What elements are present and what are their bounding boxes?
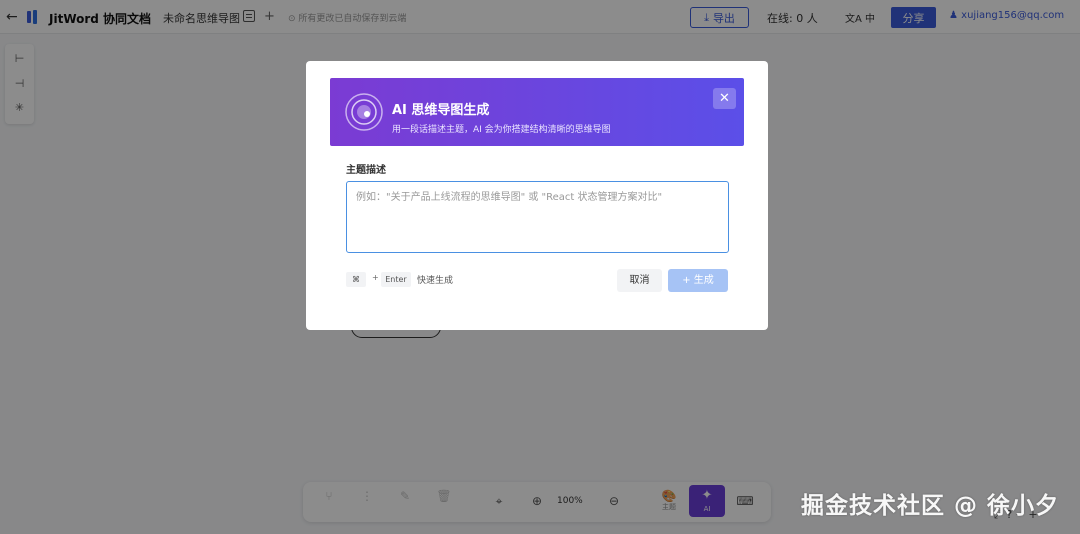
shortcut-cmd-key: ⌘ [346,272,366,287]
shortcut-enter-key: Enter [381,272,411,287]
topic-label: 主题描述 [346,165,386,176]
dialog-title: AI 思维导图生成 [392,103,490,118]
shortcut-plus: + [372,273,379,282]
dialog-subtitle: 用一段话描述主题，AI 会为你搭建结构清晰的思维导图 [392,125,611,135]
close-button[interactable]: ✕ [713,88,736,109]
watermark: 掘金技术社区 @ 徐小夕 [801,493,1060,519]
generate-button[interactable]: + 生成 [668,269,728,292]
ai-mindmap-dialog: AI 思维导图生成 用一段话描述主题，AI 会为你搭建结构清晰的思维导图 ✕ 主… [306,61,768,330]
shortcut-hint: 快速生成 [417,276,454,286]
topic-input[interactable] [346,181,729,253]
dialog-banner: AI 思维导图生成 用一段话描述主题，AI 会为你搭建结构清晰的思维导图 ✕ [330,78,744,146]
cancel-button[interactable]: 取消 [617,269,662,292]
close-icon: ✕ [719,91,730,106]
ai-orbit-icon [345,93,383,131]
